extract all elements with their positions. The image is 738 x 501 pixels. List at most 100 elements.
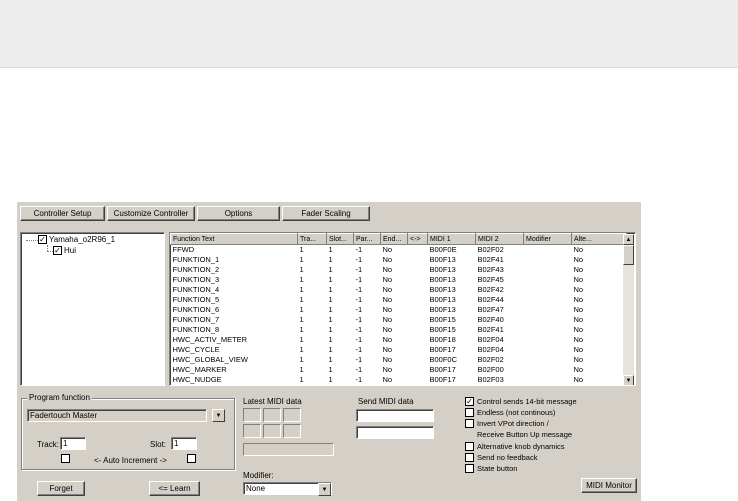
table-cell: No [382,345,393,354]
scroll-down-icon[interactable]: ▼ [623,375,634,385]
option-row[interactable]: Invert VPot direction / [465,419,549,428]
option-label: Control sends 14-bit message [477,397,577,406]
table-row[interactable]: FUNKTION_6 1 1 -1 No B00F13 B02F47 No [171,305,627,315]
table-cell: FUNKTION_8 [172,325,220,334]
vertical-scrollbar[interactable]: ▲ ▼ [623,234,634,385]
tree-item-yamaha[interactable]: ✓ Yamaha_o2R96_1 [38,235,115,244]
column-header[interactable]: <-> [407,233,428,245]
table-cell: No [382,255,393,264]
table-cell: 1 [299,375,304,384]
table-row[interactable]: HWC_ACTIV_METER 1 1 -1 No B00F18 B02F04 No [171,335,627,345]
column-header[interactable]: Par... [353,233,381,245]
check-icon[interactable]: ✓ [465,397,474,406]
option-checkbox[interactable] [465,442,474,451]
modifier-value: None [246,484,266,493]
option-row[interactable]: Receive Button Up message [477,430,572,439]
table-row[interactable]: FFWD 1 1 -1 No B00F0E B02F02 No [171,245,627,256]
column-header[interactable]: MIDI 2 [475,233,524,245]
table-row[interactable]: HWC_MARKER 1 1 -1 No B00F17 B02F00 No [171,365,627,375]
table-cell: -1 [355,245,363,254]
tab-fader-scaling[interactable]: Fader Scaling [282,206,370,221]
table-cell: -1 [355,325,363,334]
send-midi-input-2[interactable] [356,426,434,439]
midi-byte-box [243,424,261,438]
midi-byte-box [263,424,281,438]
option-row[interactable]: State button [465,464,517,473]
table-cell: 1 [328,375,333,384]
table-cell: B00F13 [429,275,456,284]
program-function-dropdown[interactable]: ▼ [212,409,227,422]
table-row[interactable]: HWC_NUDGE 1 1 -1 No B00F17 B02F03 No [171,375,627,385]
table-cell: -1 [355,345,363,354]
table-cell: B02F02 [477,245,504,254]
table-row[interactable]: FUNKTION_7 1 1 -1 No B00F15 B02F40 No [171,315,627,325]
tab-controller-setup[interactable]: Controller Setup [20,206,105,221]
scroll-up-icon[interactable]: ▲ [623,234,634,245]
table-row[interactable]: FUNKTION_1 1 1 -1 No B00F13 B02F41 No [171,255,627,265]
table-cell: 1 [328,305,333,314]
table-cell: B02F04 [477,335,504,344]
table-row[interactable]: HWC_CYCLE 1 1 -1 No B00F17 B02F04 No [171,345,627,355]
table-row[interactable]: HWC_GLOBAL_VIEW 1 1 -1 No B00F0C B02F02 No [171,355,627,365]
table-row[interactable]: FUNKTION_2 1 1 -1 No B00F13 B02F43 No [171,265,627,275]
modifier-select[interactable]: None ▼ [243,482,332,496]
program-function-select[interactable]: Fadertouch Master [27,409,207,422]
option-row[interactable]: Endless (not continous) [465,408,555,417]
table-cell: HWC_NUDGE [172,375,222,384]
column-header[interactable]: End... [380,233,408,245]
send-midi-label: Send MIDI data [358,397,414,406]
column-header[interactable]: Slot... [326,233,354,245]
column-header[interactable]: Tra... [297,233,327,245]
tab-customize-controller[interactable]: Customize Controller [107,206,195,221]
option-checkbox[interactable] [465,464,474,473]
slot-label: Slot: [150,440,167,449]
table-cell: B02F42 [477,285,504,294]
table-row[interactable]: FUNKTION_8 1 1 -1 No B00F15 B02F41 No [171,325,627,335]
table-row[interactable]: FUNKTION_3 1 1 -1 No B00F13 B02F45 No [171,275,627,285]
table-cell: B00F13 [429,255,456,264]
auto-increment-right-checkbox[interactable] [187,454,196,463]
column-header[interactable]: Alte... [571,233,627,245]
table-row[interactable]: FUNKTION_5 1 1 -1 No B00F13 B02F44 No [171,295,627,305]
tab-options[interactable]: Options [197,206,280,221]
option-checkbox[interactable] [465,453,474,462]
learn-button[interactable]: <= Learn [149,481,200,496]
chevron-down-icon[interactable]: ▼ [212,409,225,422]
table-cell: 1 [328,255,333,264]
midi-monitor-button[interactable]: MIDI Monitor [581,478,637,493]
track-input[interactable]: 1 [60,437,86,450]
table-cell: B00F0C [429,355,458,364]
table-cell: -1 [355,305,363,314]
option-checkbox[interactable] [465,408,474,417]
chevron-down-icon[interactable]: ▼ [318,483,331,496]
column-header[interactable]: MIDI 1 [427,233,476,245]
table-cell: HWC_CYCLE [172,345,220,354]
option-row[interactable]: Send no feedback [465,453,537,462]
table-cell [524,295,572,305]
option-checkbox[interactable] [465,419,474,428]
option-row[interactable]: Alternative knob dynamics [465,442,565,451]
table-cell: FUNKTION_1 [172,255,220,264]
option-row[interactable]: ✓ Control sends 14-bit message [465,397,577,406]
table-cell: No [382,295,393,304]
check-icon[interactable]: ✓ [53,246,62,255]
table-cell: B00F15 [429,315,456,324]
table-cell: -1 [355,335,363,344]
slot-input[interactable]: 1 [171,437,197,450]
table-cell: -1 [355,255,363,264]
table-row[interactable]: FUNKTION_4 1 1 -1 No B00F13 B02F42 No [171,285,627,295]
table-cell [408,315,428,325]
tree-item-hui[interactable]: ✓ Hui [53,246,76,255]
table-cell [524,315,572,325]
scroll-thumb[interactable] [623,245,634,265]
check-icon[interactable]: ✓ [38,235,47,244]
table-cell: B00F15 [429,325,456,334]
table-cell: FUNKTION_3 [172,275,220,284]
column-header[interactable]: Function Text [170,233,298,245]
forget-button[interactable]: Forget [37,481,85,496]
auto-increment-left-checkbox[interactable] [61,454,70,463]
send-midi-input-1[interactable] [356,409,434,422]
table-cell: No [573,355,584,364]
column-header[interactable]: Modifier [523,233,572,245]
table-cell: No [573,365,584,374]
